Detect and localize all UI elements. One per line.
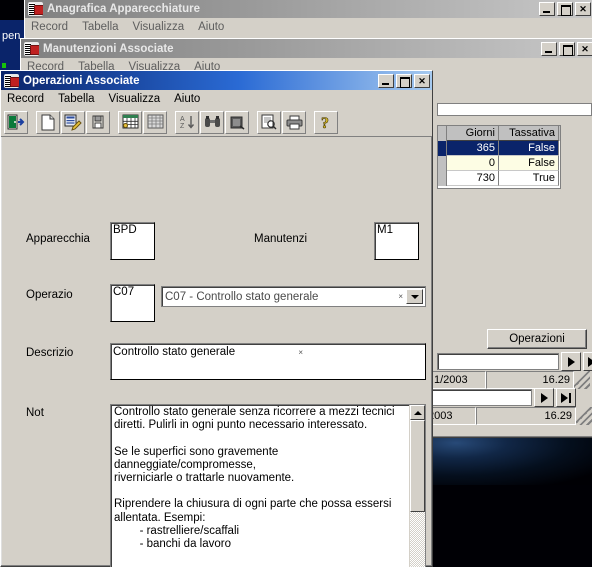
operazione-field[interactable]: C07 (110, 284, 155, 322)
grid-column-header-giorni[interactable]: Giorni (447, 126, 499, 141)
operazione-combobox-value: C07 - Controllo stato generale (165, 290, 319, 303)
apparecchiatura-field[interactable]: BPD (110, 222, 155, 260)
background-field-strip-top (437, 103, 592, 116)
grid-column-header-tassativa[interactable]: Tassativa (499, 126, 559, 141)
nav-next-button-middle[interactable] (561, 352, 581, 371)
arrow-right-to-bar-icon (561, 392, 571, 403)
statusbar-time-middle: 16.29 (486, 371, 574, 389)
grid-cell-tassativa[interactable]: False (499, 141, 559, 156)
menu-item-visualizza-anagrafica[interactable]: Visualizza (133, 21, 185, 33)
label-operazione: Operazio (26, 289, 73, 301)
app-window-icon (28, 1, 43, 16)
grid-cell-tassativa[interactable]: False (499, 156, 559, 171)
grid-row-marker (438, 141, 447, 156)
label-descrizione: Descrizio (26, 347, 74, 359)
arrow-up-icon (413, 410, 422, 415)
grid-row-marker (438, 156, 447, 171)
window-controls-anagrafica: ✕ (539, 1, 591, 16)
minimize-button-anagrafica[interactable] (539, 1, 555, 16)
operazioni-button[interactable]: Operazioni (487, 329, 587, 349)
maximize-button-anagrafica[interactable] (557, 1, 573, 16)
resize-grip-back[interactable] (576, 407, 592, 425)
operazione-combobox[interactable]: C07 - Controllo stato generale × (161, 286, 426, 307)
grid-cell-giorni[interactable]: 730 (447, 171, 499, 186)
grid-header-row: Giorni Tassativa (438, 126, 560, 141)
record-nav-field-back[interactable] (430, 389, 532, 406)
app-window-icon (24, 41, 39, 56)
table-row[interactable]: 730 True (438, 171, 560, 186)
note-vertical-scrollbar[interactable] (409, 405, 425, 567)
nav-last-button-middle[interactable] (583, 352, 592, 371)
data-grid-manutenzioni[interactable]: Giorni Tassativa 365 False 0 False 730 T… (437, 125, 561, 189)
screen-root: pen Anagrafica Apparecchiature ✕ Record … (0, 0, 592, 567)
scroll-up-button[interactable] (410, 405, 425, 420)
table-row[interactable]: 0 False (438, 156, 560, 171)
resize-grip-middle[interactable] (574, 371, 590, 389)
operazione-combobox-marker: × (398, 292, 403, 301)
grid-row-marker (438, 171, 447, 186)
grid-row-marker (438, 126, 447, 141)
menubar-anagrafica[interactable]: Record Tabella Visualizza Aiuto (25, 18, 592, 36)
chevron-down-icon (410, 294, 419, 299)
manutenzione-field[interactable]: M1 (374, 222, 419, 260)
grid-cell-giorni[interactable]: 365 (447, 141, 499, 156)
operazione-combobox-dropdown-button[interactable] (406, 289, 423, 304)
arrow-right-icon (540, 392, 548, 403)
arrow-right-icon (567, 356, 575, 367)
scroll-thumb[interactable] (410, 420, 425, 512)
window-title-anagrafica: Anagrafica Apparecchiature (47, 2, 200, 15)
table-row[interactable]: 365 False (438, 141, 560, 156)
grid-cell-giorni[interactable]: 0 (447, 156, 499, 171)
titlebar-anagrafica[interactable]: Anagrafica Apparecchiature ✕ (25, 0, 592, 18)
statusbar-back: 2003 16.29 (424, 407, 592, 426)
statusbar-date-middle: 1/2003 (430, 371, 486, 389)
arrow-right-to-bar-icon (588, 356, 592, 367)
close-button-manutenzioni[interactable]: ✕ (577, 41, 592, 56)
window-operazioni-associate[interactable]: Operazioni Associate ✕ Record Tabella Vi… (0, 70, 433, 567)
descrizione-marker: × (298, 348, 303, 357)
status-indicator-dot (2, 63, 6, 68)
statusbar-time-back: 16.29 (476, 407, 576, 425)
scroll-track[interactable] (410, 512, 425, 567)
nav-next-button-back[interactable] (534, 388, 554, 407)
menu-item-record-anagrafica[interactable]: Record (31, 21, 68, 33)
note-textarea[interactable]: Controllo stato generale senza ricorrere… (110, 404, 426, 567)
close-button-anagrafica[interactable]: ✕ (575, 1, 591, 16)
nav-last-button-back[interactable] (556, 388, 576, 407)
descrizione-value: Controllo stato generale (113, 346, 236, 358)
window-controls-manutenzioni: ✕ (541, 41, 592, 56)
form-operazioni: Apparecchia BPD Manutenzi M1 Operazio C0… (1, 71, 432, 567)
window-title-manutenzioni: Manutenzioni Associate (43, 42, 174, 55)
note-text-content[interactable]: Controllo stato generale senza ricorrere… (111, 405, 409, 567)
record-nav-field-middle[interactable] (437, 353, 559, 370)
minimize-button-manutenzioni[interactable] (541, 41, 557, 56)
descrizione-field[interactable]: Controllo stato generale × (110, 343, 426, 380)
menu-item-aiuto-anagrafica[interactable]: Aiuto (198, 21, 224, 33)
titlebar-manutenzioni[interactable]: Manutenzioni Associate ✕ (21, 39, 592, 58)
menu-item-tabella-anagrafica[interactable]: Tabella (82, 21, 118, 33)
grid-cell-tassativa[interactable]: True (499, 171, 559, 186)
maximize-button-manutenzioni[interactable] (559, 41, 575, 56)
label-manutenzione: Manutenzi (254, 233, 308, 245)
label-apparecchiatura: Apparecchia (26, 233, 90, 245)
label-note: Not (26, 407, 44, 419)
